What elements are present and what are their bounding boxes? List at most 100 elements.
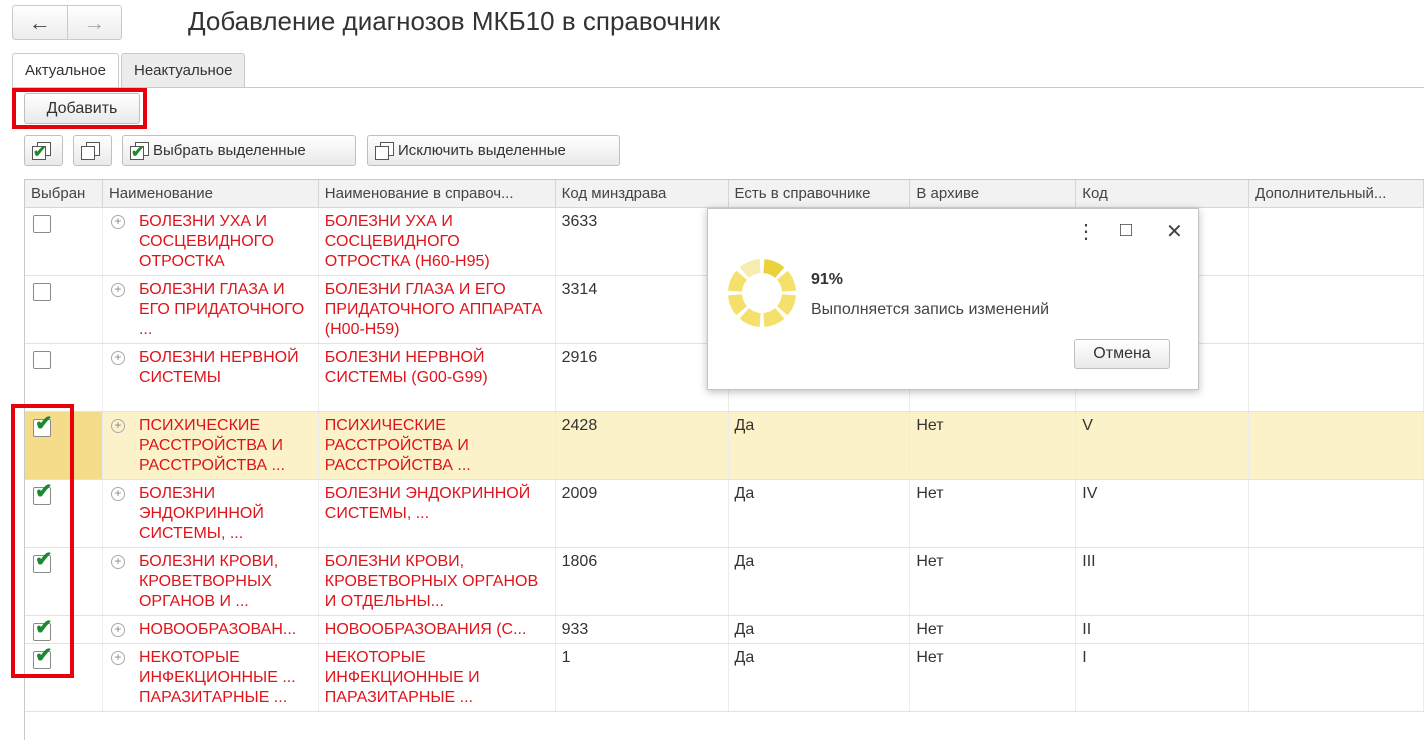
- row-checkbox[interactable]: [33, 351, 51, 369]
- row-name: БОЛЕЗНИ КРОВИ, КРОВЕТВОРНЫХ ОРГАНОВ И ..…: [138, 553, 279, 610]
- uncheck-all-icon: [80, 141, 102, 161]
- selected-cell: [25, 276, 103, 343]
- ref-name-cell: НОВООБРАЗОВАНИЯ (С...: [319, 616, 556, 643]
- checked-highlight-frame: [11, 404, 74, 678]
- additional-cell: [1249, 480, 1424, 547]
- progress-dialog: ⋮ □ ✕ 91% Выполняется запись изменений О…: [707, 208, 1199, 390]
- row-name: БОЛЕЗНИ ЭНДОКРИННОЙ СИСТЕМЫ, ...: [138, 485, 264, 542]
- spinner-segment: [739, 259, 761, 278]
- row-checkbox[interactable]: [33, 283, 51, 301]
- spinner-segment: [739, 308, 761, 327]
- row-name: БОЛЕЗНИ ГЛАЗА И ЕГО ПРИДАТОЧНОГО ...: [138, 281, 305, 338]
- spinner-segment: [777, 270, 796, 292]
- uncheck-selected-icon: [374, 141, 396, 161]
- in-ref-cell: Да: [729, 644, 911, 711]
- code-cell: III: [1076, 548, 1250, 615]
- ref-name-cell: БОЛЕЗНИ КРОВИ, КРОВЕТВОРНЫХ ОРГАНОВ И ОТ…: [319, 548, 556, 615]
- cancel-button[interactable]: Отмена: [1074, 339, 1170, 369]
- check-selected-icon: ✔: [129, 141, 151, 161]
- row-checkbox[interactable]: [33, 215, 51, 233]
- col-additional[interactable]: Дополнительный...: [1249, 180, 1424, 207]
- in-ref-cell: Да: [729, 616, 911, 643]
- selected-cell: [25, 344, 103, 411]
- name-cell: + ПСИХИЧЕСКИЕ РАССТРОЙСТВА И РАССТРОЙСТВА…: [103, 412, 319, 479]
- code-cell: V: [1076, 412, 1250, 479]
- col-mz-code[interactable]: Код минздрава: [556, 180, 729, 207]
- tab-inactual[interactable]: Неактуальное: [120, 53, 246, 88]
- ref-name-cell: БОЛЕЗНИ НЕРВНОЙ СИСТЕМЫ (G00-G99): [319, 344, 556, 411]
- exclude-selected-button[interactable]: Исключить выделенные: [367, 135, 620, 166]
- mz-code-cell: 933: [556, 616, 729, 643]
- row-name: БОЛЕЗНИ НЕРВНОЙ СИСТЕМЫ: [138, 349, 299, 386]
- additional-cell: [1249, 644, 1424, 711]
- additional-cell: [1249, 276, 1424, 343]
- mz-code-cell: 1806: [556, 548, 729, 615]
- more-icon[interactable]: ⋮: [1076, 219, 1096, 244]
- name-cell: + БОЛЕЗНИ ЭНДОКРИННОЙ СИСТЕМЫ, ...: [103, 480, 319, 547]
- name-cell: + БОЛЕЗНИ УХА И СОСЦЕВИДНОГО ОТРОСТКА: [103, 208, 319, 275]
- back-icon[interactable]: ←: [13, 6, 67, 39]
- ref-name-cell: НЕКОТОРЫЕ ИНФЕКЦИОННЫЕ И ПАРАЗИТАРНЫЕ ..…: [319, 644, 556, 711]
- tab-actual[interactable]: Актуальное: [12, 53, 119, 89]
- spinner-segment: [728, 270, 747, 292]
- table-row[interactable]: + НЕКОТОРЫЕ ИНФЕКЦИОННЫЕ ... ПАРАЗИТАРНЫЕ…: [25, 644, 1424, 712]
- in-ref-cell: Да: [729, 412, 911, 479]
- col-selected[interactable]: Выбран: [25, 180, 103, 207]
- select-selected-button[interactable]: ✔ Выбрать выделенные: [122, 135, 356, 166]
- col-name[interactable]: Наименование: [103, 180, 319, 207]
- maximize-icon[interactable]: □: [1120, 219, 1132, 242]
- name-cell: + НЕКОТОРЫЕ ИНФЕКЦИОННЫЕ ... ПАРАЗИТАРНЫЕ…: [103, 644, 319, 711]
- table-row[interactable]: + НОВООБРАЗОВАН... НОВООБРАЗОВАНИЯ (С...93…: [25, 616, 1424, 644]
- archive-cell: Нет: [910, 412, 1077, 479]
- name-cell: + БОЛЕЗНИ КРОВИ, КРОВЕТВОРНЫХ ОРГАНОВ И .…: [103, 548, 319, 615]
- progress-message: Выполняется запись изменений: [811, 301, 1050, 318]
- mz-code-cell: 2916: [556, 344, 729, 411]
- mz-code-cell: 1: [556, 644, 729, 711]
- mz-code-cell: 3314: [556, 276, 729, 343]
- expand-icon[interactable]: +: [110, 351, 125, 365]
- forward-icon[interactable]: →: [66, 6, 122, 39]
- col-archive[interactable]: В архиве: [910, 180, 1077, 207]
- additional-cell: [1249, 208, 1424, 275]
- col-ref-name[interactable]: Наименование в справоч...: [319, 180, 556, 207]
- spinner-segment: [763, 259, 785, 278]
- archive-cell: Нет: [910, 644, 1077, 711]
- archive-cell: Нет: [910, 548, 1077, 615]
- name-cell: + БОЛЕЗНИ ГЛАЗА И ЕГО ПРИДАТОЧНОГО ...: [103, 276, 319, 343]
- col-code[interactable]: Код: [1076, 180, 1250, 207]
- table-row[interactable]: + БОЛЕЗНИ КРОВИ, КРОВЕТВОРНЫХ ОРГАНОВ И .…: [25, 548, 1424, 616]
- expand-icon[interactable]: +: [110, 555, 125, 569]
- additional-cell: [1249, 412, 1424, 479]
- spinner-segment: [777, 294, 796, 316]
- selected-cell: [25, 208, 103, 275]
- name-cell: + НОВООБРАЗОВАН...: [103, 616, 319, 643]
- col-in-ref[interactable]: Есть в справочнике: [729, 180, 911, 207]
- expand-icon[interactable]: +: [110, 623, 125, 637]
- progress-spinner-icon: [728, 259, 796, 327]
- additional-cell: [1249, 616, 1424, 643]
- mz-code-cell: 2428: [556, 412, 729, 479]
- table-row[interactable]: + ПСИХИЧЕСКИЕ РАССТРОЙСТВА И РАССТРОЙСТВА…: [25, 412, 1424, 480]
- expand-icon[interactable]: +: [110, 419, 125, 433]
- row-name: ПСИХИЧЕСКИЕ РАССТРОЙСТВА И РАССТРОЙСТВА …: [138, 417, 285, 474]
- row-name: БОЛЕЗНИ УХА И СОСЦЕВИДНОГО ОТРОСТКА: [138, 213, 274, 270]
- uncheck-all-button[interactable]: [73, 135, 112, 166]
- expand-icon[interactable]: +: [110, 215, 125, 229]
- ref-name-cell: БОЛЕЗНИ УХА И СОСЦЕВИДНОГО ОТРОСТКА (H60…: [319, 208, 556, 275]
- tab-bar: Актуальное Неактуальное: [12, 53, 247, 89]
- exclude-selected-label: Исключить выделенные: [398, 142, 566, 159]
- mz-code-cell: 3633: [556, 208, 729, 275]
- table-row[interactable]: + БОЛЕЗНИ ЭНДОКРИННОЙ СИСТЕМЫ, ... БОЛЕЗНИ…: [25, 480, 1424, 548]
- select-selected-label: Выбрать выделенные: [153, 142, 306, 159]
- expand-icon[interactable]: +: [110, 283, 125, 297]
- nav-buttons: ← →: [12, 5, 122, 40]
- expand-icon[interactable]: +: [110, 651, 125, 665]
- ref-name-cell: ПСИХИЧЕСКИЕ РАССТРОЙСТВА И РАССТРОЙСТВА …: [319, 412, 556, 479]
- code-cell: I: [1076, 644, 1250, 711]
- ref-name-cell: БОЛЕЗНИ ГЛАЗА И ЕГО ПРИДАТОЧНОГО АППАРАТ…: [319, 276, 556, 343]
- expand-icon[interactable]: +: [110, 487, 125, 501]
- name-cell: + БОЛЕЗНИ НЕРВНОЙ СИСТЕМЫ: [103, 344, 319, 411]
- ref-name-cell: БОЛЕЗНИ ЭНДОКРИННОЙ СИСТЕМЫ, ...: [319, 480, 556, 547]
- check-all-button[interactable]: ✔: [24, 135, 63, 166]
- close-icon[interactable]: ✕: [1166, 219, 1183, 244]
